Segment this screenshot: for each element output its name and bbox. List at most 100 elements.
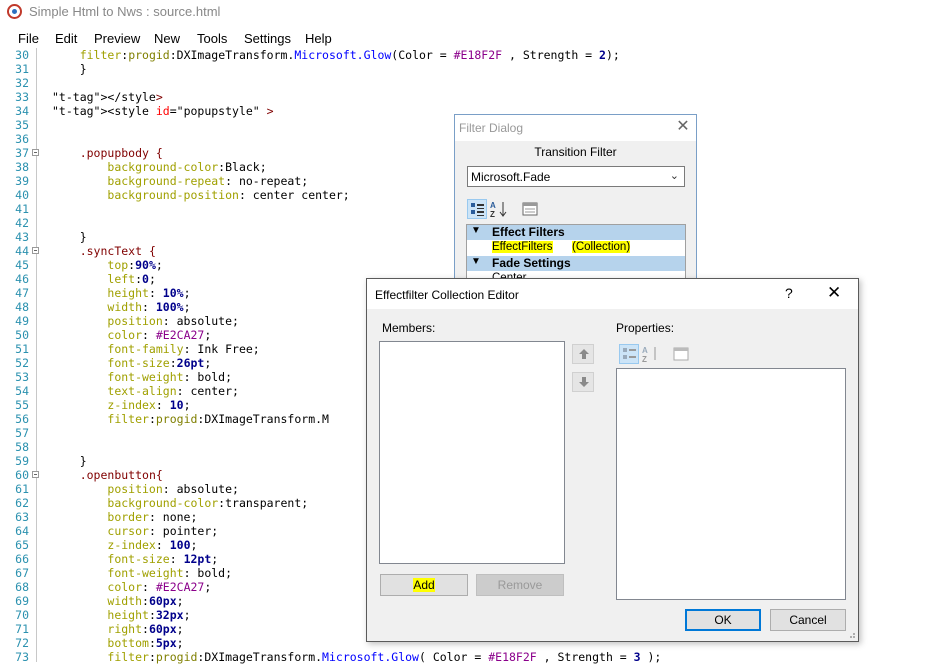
code-text: background-repeat: no-repeat;: [107, 174, 309, 188]
menu-preview[interactable]: Preview: [94, 31, 140, 46]
category-effect-filters[interactable]: ▼ Effect Filters: [467, 225, 685, 240]
properties-grid[interactable]: [616, 368, 846, 600]
chevron-down-icon: ⌄: [669, 170, 679, 182]
app-icon: [7, 4, 22, 19]
line-number: 43: [15, 230, 29, 244]
code-line[interactable]: 31 }: [0, 62, 952, 76]
property-grid[interactable]: ▼ Effect Filters EffectFilters (Collecti…: [466, 224, 686, 284]
transition-filter-select[interactable]: Microsoft.Fade ⌄: [467, 166, 685, 187]
close-icon[interactable]: ✕: [827, 283, 841, 303]
collapse-icon[interactable]: ▼: [471, 225, 481, 236]
line-number: 41: [15, 202, 29, 216]
line-number: 49: [15, 314, 29, 328]
code-text: background-color:transparent;: [107, 496, 309, 510]
line-number: 34: [15, 104, 29, 118]
menu-edit[interactable]: Edit: [55, 31, 77, 46]
collection-editor-title: Effectfilter Collection Editor: [375, 288, 519, 302]
window-title: Simple Html to Nws : source.html: [29, 4, 221, 19]
line-number: 71: [15, 622, 29, 636]
code-text: font-size:26pt;: [107, 356, 212, 370]
menu-bar: File Edit Preview New Tools Settings Hel…: [0, 30, 952, 48]
property-grid-toolbar: AZ: [467, 199, 567, 221]
code-text: }: [52, 62, 87, 76]
svg-text:A: A: [642, 346, 648, 355]
property-name: EffectFilters: [492, 241, 553, 253]
code-text: cursor: pointer;: [107, 524, 219, 538]
line-number: 66: [15, 552, 29, 566]
move-up-button[interactable]: [572, 344, 594, 364]
line-number: 42: [15, 216, 29, 230]
code-line[interactable]: 33 "t-tag"></style>: [0, 90, 952, 104]
property-row-effectfilters[interactable]: EffectFilters (Collection): [467, 240, 685, 255]
code-text: filter:progid:DXImageTransform.Microsoft…: [79, 48, 620, 62]
line-number: 39: [15, 174, 29, 188]
line-number: 60: [15, 468, 29, 482]
alphabetical-sort-icon[interactable]: AZ: [641, 344, 661, 364]
line-number: 54: [15, 384, 29, 398]
collapse-icon[interactable]: ▼: [471, 256, 481, 267]
line-number: 37: [15, 146, 29, 160]
menu-tools[interactable]: Tools: [197, 31, 227, 46]
cancel-button[interactable]: Cancel: [770, 609, 846, 631]
code-text: height:32px;: [107, 608, 191, 622]
properties-label: Properties:: [616, 321, 675, 335]
categorized-view-icon[interactable]: [619, 344, 639, 364]
alphabetical-sort-icon[interactable]: AZ: [489, 199, 509, 219]
line-number: 40: [15, 188, 29, 202]
title-bar: Simple Html to Nws : source.html: [0, 0, 952, 26]
category-fade-settings[interactable]: ▼ Fade Settings: [467, 256, 685, 271]
line-number: 65: [15, 538, 29, 552]
property-pages-icon[interactable]: [671, 344, 691, 364]
code-text: background-color:Black;: [107, 160, 267, 174]
menu-new[interactable]: New: [154, 31, 180, 46]
code-text: color: #E2CA27;: [107, 580, 212, 594]
code-text: .syncText {: [79, 244, 156, 258]
categorized-view-icon[interactable]: [467, 199, 487, 219]
code-text: width:60px;: [107, 594, 184, 608]
code-text: text-align: center;: [107, 384, 239, 398]
remove-button[interactable]: Remove: [476, 574, 564, 596]
code-line[interactable]: 32: [0, 76, 952, 90]
move-down-button[interactable]: [572, 372, 594, 392]
resize-grip-icon[interactable]: [846, 629, 856, 639]
properties-toolbar: AZ: [616, 343, 716, 365]
add-button-label: Add: [413, 578, 435, 592]
code-text: font-weight: bold;: [107, 566, 233, 580]
menu-settings[interactable]: Settings: [244, 31, 291, 46]
code-text: position: absolute;: [107, 482, 239, 496]
code-line[interactable]: 30 filter:progid:DXImageTransform.Micros…: [0, 48, 952, 62]
menu-file[interactable]: File: [18, 31, 39, 46]
line-number: 70: [15, 608, 29, 622]
svg-text:Z: Z: [490, 210, 495, 219]
menu-help[interactable]: Help: [305, 31, 332, 46]
collection-editor-titlebar: Effectfilter Collection Editor ? ✕: [367, 279, 858, 309]
members-label: Members:: [382, 321, 436, 335]
close-icon[interactable]: ✕: [675, 119, 691, 135]
line-number: 44: [15, 244, 29, 258]
filter-dialog: Filter Dialog ✕ Transition Filter Micros…: [454, 114, 697, 290]
code-text: right:60px;: [107, 622, 184, 636]
line-number: 30: [15, 48, 29, 62]
code-text: z-index: 10;: [107, 398, 191, 412]
code-text: }: [52, 230, 87, 244]
arrow-down-icon: [579, 377, 589, 387]
line-number: 47: [15, 286, 29, 300]
transition-filter-label: Transition Filter: [534, 145, 617, 159]
line-number: 31: [15, 62, 29, 76]
property-value[interactable]: (Collection): [572, 241, 631, 253]
code-text: position: absolute;: [107, 314, 239, 328]
code-text: font-weight: bold;: [107, 370, 233, 384]
help-icon[interactable]: ?: [785, 285, 793, 301]
line-number: 57: [15, 426, 29, 440]
members-list[interactable]: [379, 341, 565, 564]
add-button[interactable]: Add: [380, 574, 468, 596]
ok-button[interactable]: OK: [685, 609, 761, 631]
line-number: 32: [15, 76, 29, 90]
line-number: 51: [15, 342, 29, 356]
line-number: 68: [15, 580, 29, 594]
line-number: 56: [15, 412, 29, 426]
property-pages-icon[interactable]: [520, 199, 540, 219]
code-text: border: none;: [107, 510, 198, 524]
line-number: 58: [15, 440, 29, 454]
code-text: z-index: 100;: [107, 538, 198, 552]
